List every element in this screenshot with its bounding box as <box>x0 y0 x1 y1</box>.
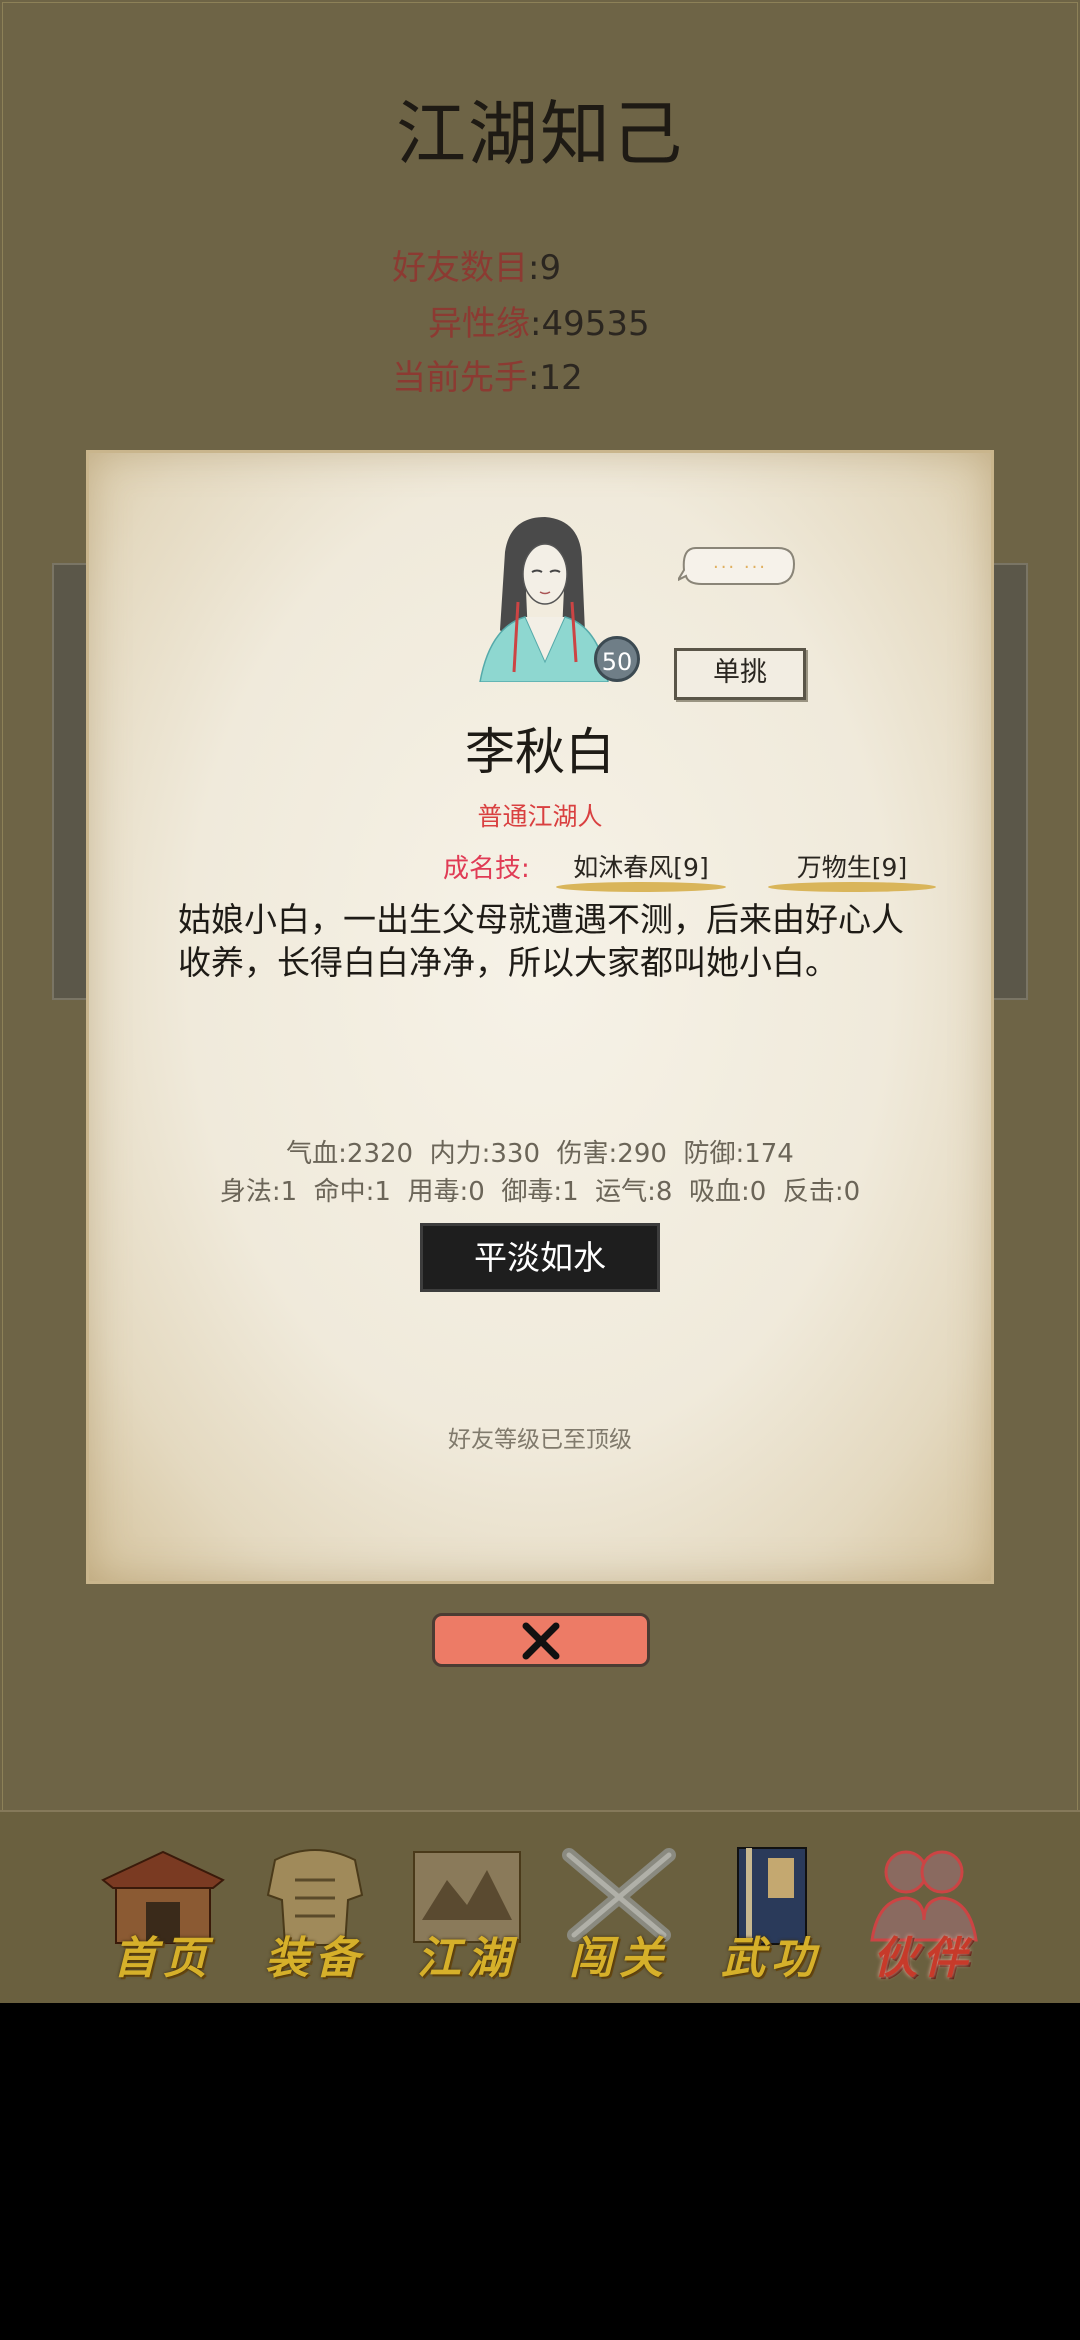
character-rank: 普通江湖人 <box>477 802 603 831</box>
page-title: 江湖知己 <box>396 93 684 175</box>
charm-value: :49535 <box>530 304 650 344</box>
close-button[interactable] <box>432 1613 650 1667</box>
nav-jianghu-label: 江湖 <box>417 1933 517 1984</box>
initiative-label: 当前先手 <box>392 358 528 398</box>
initiative-stat: 当前先手:12 <box>392 350 583 399</box>
nav-companions[interactable]: 伙伴 <box>858 1840 988 1984</box>
character-portrait <box>479 517 609 682</box>
nav-equipment[interactable]: 装备 <box>250 1840 380 1984</box>
friend-count-value: :9 <box>528 248 562 288</box>
nav-martial-arts-label: 武功 <box>721 1933 821 1984</box>
character-bio: 姑娘小白，一出生父母就遭遇不测，后来由好心人收养，长得白白净净，所以大家都叫她小… <box>178 900 904 982</box>
nav-challenge-label: 闯关 <box>569 1933 669 1984</box>
nav-home[interactable]: 首页 <box>98 1840 228 1984</box>
nav-companions-label: 伙伴 <box>873 1933 973 1984</box>
app-screen: 江湖知己 好友数目:9 异性缘:49535 当前先手:12 50 ... ...… <box>0 0 1080 2003</box>
friend-count: 好友数目:9 <box>392 240 561 289</box>
skills-label: 成名技: <box>443 854 530 884</box>
nav-jianghu[interactable]: 江湖 <box>402 1840 532 1984</box>
nav-home-label: 首页 <box>113 1933 213 1984</box>
skill-2[interactable]: 万物生[9] <box>768 848 936 884</box>
level-badge: 50 <box>594 636 640 682</box>
charm-stat: 异性缘:49535 <box>428 296 650 345</box>
friend-count-label: 好友数目 <box>392 248 528 288</box>
friend-level-note: 好友等级已至顶级 <box>448 1427 632 1453</box>
mood-button[interactable]: 平淡如水 <box>423 1226 657 1289</box>
skill-1[interactable]: 如沐春风[9] <box>556 848 726 884</box>
nav-equipment-label: 装备 <box>265 1933 365 1984</box>
stats-primary: 气血:2320 内力:330 伤害:290 防御:174 <box>286 1139 794 1169</box>
duel-button[interactable]: 单挑 <box>674 648 806 700</box>
stats-secondary: 身法:1 命中:1 用毒:0 御毒:1 运气:8 吸血:0 反击:0 <box>219 1177 861 1207</box>
nav-martial-arts[interactable]: 武功 <box>706 1840 836 1984</box>
character-name: 李秋白 <box>465 723 615 781</box>
close-icon <box>522 1622 560 1660</box>
charm-label: 异性缘 <box>428 304 530 344</box>
initiative-value: :12 <box>528 358 583 398</box>
speech-text: ... ... <box>712 552 768 573</box>
nav-challenge[interactable]: 闯关 <box>554 1840 684 1984</box>
